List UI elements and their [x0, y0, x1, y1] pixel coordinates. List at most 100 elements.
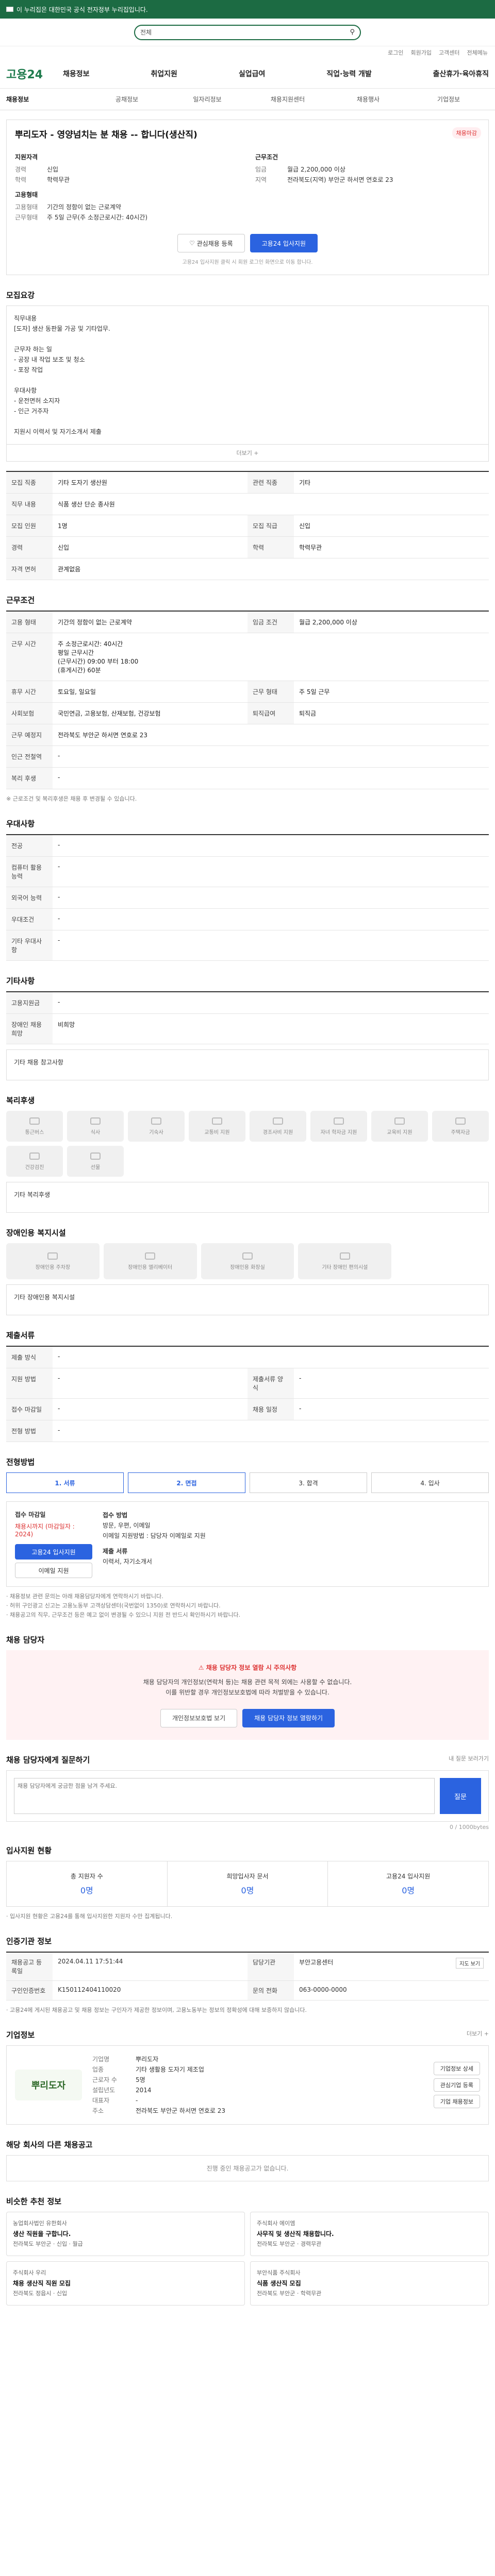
table-row: 모집 인원 1명 모집 직급 신입: [6, 515, 489, 537]
more-button[interactable]: 더보기 +: [6, 445, 489, 462]
sub-item-company[interactable]: 기업정보: [408, 95, 489, 104]
company-row: 설립년도 2014: [92, 2085, 423, 2095]
company-more-link[interactable]: 더보기 +: [467, 2029, 489, 2040]
row-key: 퇴직급여: [248, 703, 294, 724]
facility-item: 주택자금: [432, 1111, 489, 1142]
warning-text: 채용 담당자의 개인정보(연락처 등)는 채용 관련 목적 외에는 사용할 수 …: [143, 1679, 352, 1696]
join-link[interactable]: 회원가입: [411, 48, 432, 57]
card-t: 채용 생산직 직원 모집: [13, 2280, 71, 2287]
question-submit-button[interactable]: 질문: [440, 1778, 481, 1814]
stat-total: 총 지원자 수 0명: [7, 1861, 168, 1906]
row-key: 인근 전철역: [6, 746, 53, 767]
similar-job-card[interactable]: 농업회사법인 유한회사 생산 직원을 구합니다. 전라북도 부안군 · 신입 · 월…: [6, 2212, 245, 2256]
gnb-item-training[interactable]: 직업·능력 개발: [326, 69, 371, 79]
apply-button[interactable]: 고용24 입사지원: [250, 234, 318, 252]
company-bookmark-button[interactable]: 관심기업 등록: [433, 2078, 480, 2092]
row-key: 근무 형태: [248, 681, 294, 702]
table-row: 외국어 능력 -: [6, 887, 489, 909]
row-value: 2014: [136, 2087, 152, 2094]
facility-icon: [29, 1152, 40, 1160]
site-logo[interactable]: 고용24: [6, 65, 63, 82]
kv-value: 학력무관: [47, 176, 70, 183]
disabled-detail: 기타 장애인용 복지시설: [6, 1284, 489, 1315]
global-nav: 고용24 채용정보 취업지원 실업급여 직업·능력 개발 출산휴가·육아휴직: [0, 59, 495, 89]
sub-item-public[interactable]: 공채정보: [87, 95, 167, 104]
manager-warning: ⚠ 채용 담당자 정보 열람 시 주의사항 채용 담당자의 개인정보(연락처 등…: [6, 1650, 489, 1740]
company-row: 기업명 뿌리도자: [92, 2054, 423, 2064]
warning-heading: 채용 담당자 정보 열람 시 주의사항: [206, 1664, 297, 1671]
welfare-detail: 기타 복리후생: [6, 1182, 489, 1213]
howto-note: · 채용공고의 직무, 근무조건 등은 예고 없이 변경될 수 있으니 지원 전…: [6, 1612, 241, 1618]
search-scope-select[interactable]: 전체: [140, 28, 152, 37]
gnb-item-support[interactable]: 취업지원: [151, 69, 177, 79]
facility-icon: [455, 1117, 466, 1125]
similar-job-card[interactable]: 주식회사 에이엠 사무직 및 생산직 채용합니다. 전라북도 부안군 · 경력무관: [250, 2212, 489, 2256]
facility-label: 통근버스: [25, 1129, 44, 1136]
etc-detail: 기타 채용 참고사항: [6, 1049, 489, 1080]
stat-value: 0명: [402, 1886, 415, 1895]
facility-item: 식사: [67, 1111, 124, 1142]
section-title: 모집요강: [6, 291, 35, 300]
row-value: -: [58, 1405, 60, 1412]
row-key: 경력: [6, 537, 53, 558]
table-row: 사회보험 국민연금, 고용보험, 산재보험, 건강보험 퇴직급여 퇴직금: [6, 703, 489, 724]
bookmark-button[interactable]: ♡ 관심채용 등록: [177, 234, 245, 252]
docs-value: 이력서, 자기소개서: [103, 1558, 152, 1565]
sub-item-jobs[interactable]: 채용정보: [6, 95, 87, 104]
search-icon[interactable]: ⚲: [350, 28, 355, 36]
search-input[interactable]: [156, 28, 346, 36]
stat-label: 고용24 입사지원: [386, 1873, 431, 1880]
row-key: 전공: [6, 835, 53, 856]
row-key: 지원 방법: [6, 1368, 53, 1398]
my-question-link[interactable]: 내 질문 보러가기: [449, 1754, 489, 1765]
prefer-section: 우대사항 전공 - 컴퓨터 활용 능력 - 외국어 능력 - 우대조건 - 기타 우대사항 -: [6, 818, 489, 961]
similar-job-card[interactable]: 주식회사 우리 채용 생산직 직원 모집 전라북도 정읍시 · 신입: [6, 2261, 245, 2306]
gnb-item-leave[interactable]: 출산휴가·육아휴직: [433, 69, 489, 79]
sub-nav: 채용정보 공채정보 일자리정보 채용지원센터 채용행사 기업정보: [0, 89, 495, 110]
email-apply-button[interactable]: 이메일 지원: [15, 1563, 92, 1578]
search-box[interactable]: 전체 ⚲: [134, 24, 361, 40]
step-2: 2. 면접: [128, 1472, 245, 1493]
gnb-item-benefit[interactable]: 실업급여: [239, 69, 266, 79]
table-row: 제출 방식 -: [6, 1347, 489, 1368]
row-key: 기타 우대사항: [6, 930, 53, 960]
gnb-item-jobs[interactable]: 채용정보: [63, 69, 90, 79]
sub-item-event[interactable]: 채용행사: [328, 95, 408, 104]
byte-counter: 0 / 1000bytes: [450, 1824, 489, 1831]
work-section: 근무조건 고용 형태 기간의 정함이 없는 근로계약 임금 조건 월급 2,200,0…: [6, 595, 489, 804]
view-manager-button[interactable]: 채용 담당자 정보 열람하기: [242, 1709, 335, 1727]
apply-button-2[interactable]: 고용24 입사지원: [15, 1544, 92, 1560]
facility-item: 장애인용 엘리베이터: [103, 1243, 197, 1279]
map-button[interactable]: 지도 보기: [456, 1958, 484, 1969]
similar-section: 비슷한 추천 정보 농업회사법인 유한회사 생산 직원을 구합니다. 전라북도 부안…: [6, 2196, 489, 2306]
row-value: 퇴직금: [299, 710, 317, 717]
card-t: 사무직 및 생산직 채용합니다.: [257, 2230, 334, 2238]
stat-label: 총 지원자 수: [70, 1873, 103, 1880]
row-key: 휴무 시간: [6, 681, 53, 702]
table-row: 근무 예정지 전라북도 부안군 하서면 연호로 23: [6, 724, 489, 746]
row-value: 월급 2,200,000 이상: [299, 619, 357, 626]
howto-box: 접수 마감일 채용시까지 (마감일자 : 2024) 고용24 입사지원 이메일…: [6, 1501, 489, 1587]
stat-doc: 희망입사자 문서 0명: [168, 1861, 328, 1906]
question-input[interactable]: [14, 1778, 435, 1814]
kv-value: 주 5일 근무(주 소정근로시간: 40시간): [47, 214, 148, 221]
support-link[interactable]: 고객센터: [439, 48, 459, 57]
login-link[interactable]: 로그인: [388, 48, 403, 57]
company-detail-button[interactable]: 기업정보 상세: [433, 2062, 480, 2075]
facility-label: 식사: [90, 1129, 101, 1136]
privacy-law-button[interactable]: 개인정보보호법 보기: [160, 1709, 238, 1727]
section-title: 입사지원 현황: [6, 1846, 52, 1855]
company-jobs-button[interactable]: 기업 채용정보: [433, 2095, 480, 2108]
table-row: 지원 방법 - 제출서류 양식 -: [6, 1368, 489, 1399]
row-value: -: [58, 774, 60, 781]
method-value: 방문, 우편, 이메일 이메일 지원방법 : 담당자 이메일로 지원: [103, 1522, 206, 1539]
section-title: 채용 담당자에게 질문하기: [6, 1755, 90, 1765]
table-row: 전형 방법 -: [6, 1420, 489, 1442]
similar-job-card[interactable]: 부안식품 주식회사 식품 생산직 모집 전라북도 부안군 · 학력무관: [250, 2261, 489, 2306]
sub-item-center[interactable]: 채용지원센터: [248, 95, 328, 104]
facility-icon: [394, 1117, 405, 1125]
row-value: 5명: [136, 2076, 145, 2083]
sub-item-work[interactable]: 일자리정보: [167, 95, 248, 104]
row-key: 근로자 수: [92, 2076, 117, 2083]
all-menu-link[interactable]: 전체메뉴: [467, 48, 488, 57]
